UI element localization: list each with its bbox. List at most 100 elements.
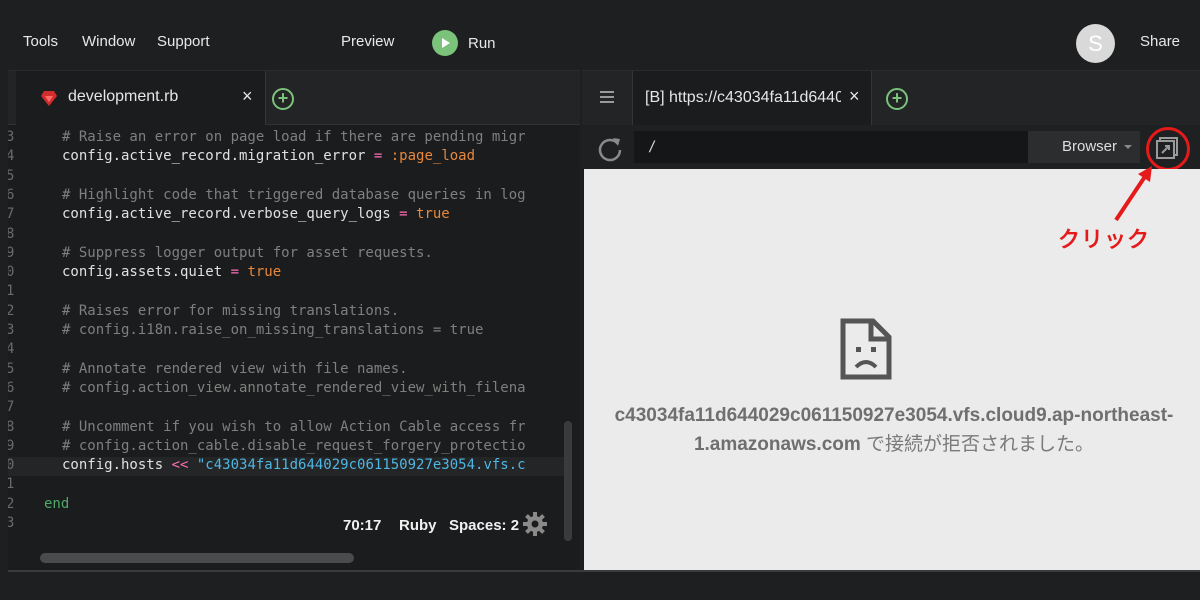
preview-button[interactable]: Preview xyxy=(341,33,394,50)
code-token: # Highlight code that triggered database… xyxy=(62,186,526,203)
browser-tab[interactable]: [B] https://c43034fa11d644029c061150927e… xyxy=(632,71,872,125)
code-text: # Suppress logger output for asset reque… xyxy=(62,245,433,261)
code-token: << xyxy=(171,457,189,474)
line-number: 6 xyxy=(8,379,15,396)
share-button[interactable]: Share xyxy=(1140,33,1180,50)
line-number: 0 xyxy=(8,457,15,474)
line-number: 6 xyxy=(8,186,15,203)
code-text: # config.action_cable.disable_request_fo… xyxy=(62,438,526,454)
line-number: 2 xyxy=(8,495,15,512)
horizontal-scrollbar[interactable] xyxy=(40,553,354,563)
code-text: config.hosts << "c43034fa11d644029c06115… xyxy=(62,457,526,473)
code-text: # Raise an error on page load if there a… xyxy=(62,129,526,145)
line-number: 5 xyxy=(8,360,15,377)
browser-pane: [B] https://c43034fa11d644029c061150927e… xyxy=(582,70,1200,571)
cursor-position[interactable]: 70:17 xyxy=(343,517,381,534)
menu-tools[interactable]: Tools xyxy=(23,33,58,50)
line-number: 2 xyxy=(8,302,15,319)
bottom-divider xyxy=(8,570,1200,572)
code-token: # config.action_view.annotate_rendered_v… xyxy=(62,379,526,396)
code-token: config.active_record.verbose_query_logs xyxy=(62,206,400,223)
code-text: # config.action_view.annotate_rendered_v… xyxy=(62,380,526,396)
code-token: true xyxy=(407,206,450,223)
menu-icon[interactable] xyxy=(600,91,614,103)
menu-bar: Tools Window Support Preview Run S Share xyxy=(0,0,1200,70)
editor-tab-development-rb[interactable]: development.rb × xyxy=(16,71,266,125)
indent-setting[interactable]: Spaces: 2 xyxy=(449,517,519,534)
gear-icon[interactable] xyxy=(522,511,548,537)
code-editor[interactable]: 3 # Raise an error on page load if there … xyxy=(8,127,568,527)
line-number: 5 xyxy=(8,167,15,184)
code-text: config.active_record.verbose_query_logs … xyxy=(62,206,450,222)
error-suffix: で接続が拒否されました。 xyxy=(860,434,1095,455)
browser-select-label: Browser xyxy=(1062,138,1118,155)
code-text: # Raises error for missing translations. xyxy=(62,303,399,319)
line-number: 8 xyxy=(8,418,15,435)
avatar[interactable]: S xyxy=(1076,24,1115,63)
line-number: 9 xyxy=(8,244,15,261)
add-tab-icon[interactable]: + xyxy=(272,88,294,110)
code-text: # Annotate rendered view with file names… xyxy=(62,361,408,377)
code-text: config.active_record.migration_error = :… xyxy=(62,148,475,164)
browser-select[interactable]: Browser xyxy=(1028,131,1140,163)
ruby-file-icon xyxy=(41,91,57,106)
code-token: # Annotate rendered view with file names… xyxy=(62,360,408,377)
line-number: 1 xyxy=(8,476,15,493)
sad-document-icon xyxy=(840,318,892,380)
line-number: 7 xyxy=(8,206,15,223)
language-mode[interactable]: Ruby xyxy=(399,517,437,534)
run-label: Run xyxy=(468,34,496,52)
code-line[interactable]: 0 config.hosts << "c43034fa11d644029c0611… xyxy=(8,457,568,477)
code-token: # config.action_cable.disable_request_fo… xyxy=(62,437,526,454)
editor-pane: development.rb × + 3 # Raise an error on … xyxy=(8,70,580,570)
editor-tab-label: development.rb xyxy=(68,88,179,105)
close-icon[interactable]: × xyxy=(849,86,860,107)
menu-window[interactable]: Window xyxy=(82,33,135,50)
line-number: 8 xyxy=(8,225,15,242)
line-number: 1 xyxy=(8,283,15,300)
browser-tab-label: [B] https://c43034fa11d644029c061150927e… xyxy=(645,89,841,106)
code-text: # Highlight code that triggered database… xyxy=(62,187,526,203)
close-icon[interactable]: × xyxy=(242,86,253,107)
code-token: # Suppress logger output for asset reque… xyxy=(62,244,433,261)
code-token: config.assets.quiet xyxy=(62,264,231,281)
annotation-label: クリック xyxy=(1058,227,1151,252)
line-number: 3 xyxy=(8,515,15,527)
address-bar: Browser xyxy=(582,125,1200,171)
line-number: 4 xyxy=(8,148,15,165)
code-token: = xyxy=(230,264,240,281)
line-number: 0 xyxy=(8,264,15,281)
line-number: 3 xyxy=(8,322,15,338)
browser-tab-bar: [B] https://c43034fa11d644029c061150927e… xyxy=(582,71,1200,125)
code-text: # config.i18n.raise_on_missing_translati… xyxy=(62,322,483,338)
line-number: 7 xyxy=(8,399,15,416)
refresh-icon[interactable] xyxy=(596,135,624,163)
code-token: # config.i18n.raise_on_missing_translati… xyxy=(62,322,484,338)
code-token: end xyxy=(44,495,70,512)
code-token: config.active_record.migration_error xyxy=(62,148,374,165)
code-token: :page_load xyxy=(382,148,476,165)
play-icon xyxy=(432,30,458,56)
code-token: = xyxy=(399,206,408,223)
menu-support[interactable]: Support xyxy=(157,33,210,50)
code-text: config.assets.quiet = true xyxy=(62,264,281,280)
code-text: end xyxy=(44,496,69,512)
vertical-scrollbar[interactable] xyxy=(564,421,572,541)
line-number: 3 xyxy=(8,129,15,145)
chevron-down-icon xyxy=(1124,145,1132,149)
code-token: "c43034fa11d644029c061150927e3054.vfs.c xyxy=(188,457,526,474)
code-token: # Raises error for missing translations. xyxy=(62,302,400,319)
code-token: true xyxy=(239,264,282,281)
editor-tab-bar: development.rb × + xyxy=(8,71,580,125)
code-text: # Uncomment if you wish to allow Action … xyxy=(62,419,526,435)
run-button[interactable]: Run xyxy=(432,30,496,56)
annotation-arrow-icon xyxy=(1114,166,1152,222)
code-token: # Raise an error on page load if there a… xyxy=(62,129,526,145)
line-number: 4 xyxy=(8,341,15,358)
line-number: 9 xyxy=(8,437,15,454)
code-token: # Uncomment if you wish to allow Action … xyxy=(62,418,526,435)
address-input[interactable] xyxy=(634,131,1028,163)
code-token: config.hosts xyxy=(62,457,172,474)
add-tab-icon[interactable]: + xyxy=(886,88,908,110)
connection-refused-message: c43034fa11d644029c061150927e3054.vfs.clo… xyxy=(604,401,1184,459)
